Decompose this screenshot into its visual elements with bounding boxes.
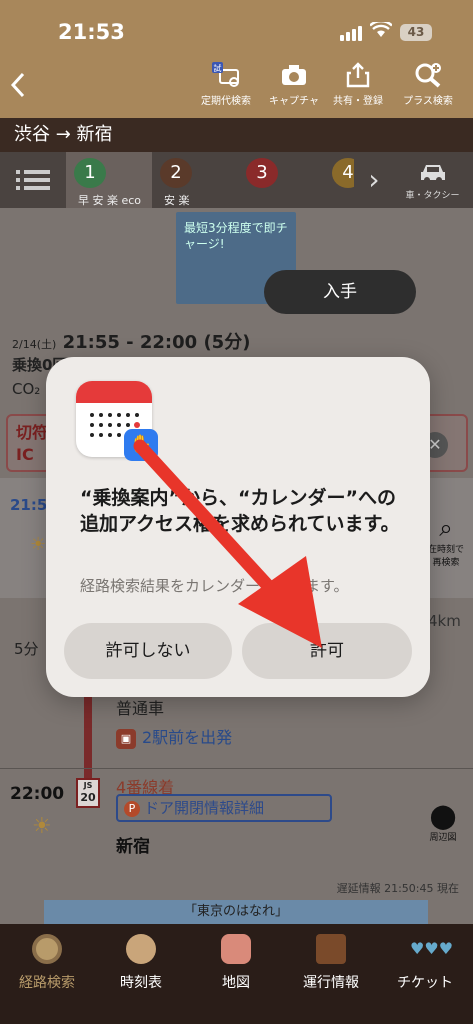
train-position-link[interactable]: ▣ 2駅前を出発 [116,724,232,749]
svg-text:試: 試 [214,63,222,73]
capture-button[interactable]: キャプチャ [259,62,329,107]
tab-route-2[interactable]: 2 安 楽 [152,152,238,208]
hand-icon: ✋ [124,429,158,461]
divider [0,768,473,769]
research-from-time-button[interactable]: ⌕ 在時刻で再検索 [424,514,468,568]
status-bar: 21:53 43 [0,0,473,56]
departure-time: 21:5 [10,496,48,514]
nav-route-search[interactable]: 経路検索 [0,934,94,992]
route-list-button[interactable] [0,152,66,208]
route-tags: 安 楽 [164,194,190,207]
camera-icon [282,65,306,85]
route-tags: 早 安 楽 eco [78,194,142,207]
door-icon: P [124,800,140,817]
dialog-title: “乗換案内”から、“カレンダー”への追加アクセス権を求められています。 [80,487,400,535]
next-routes-button[interactable]: › [360,152,388,208]
notice-line-2: IC [16,445,34,464]
tool-label: 定期代検索 [201,96,251,107]
battery-indicator: 43 [400,24,432,41]
search-icon: ⌕ [439,514,453,542]
tool-label: 共有・登録 [333,96,383,107]
signal-icon [340,26,362,41]
arrival-station: 新宿 [116,837,150,857]
ticket-icon: 試 [212,62,239,87]
acquire-button[interactable]: 入手 [264,270,416,314]
arrival-time: 22:00 [10,784,65,804]
tab-route-4[interactable]: 4 [324,152,354,208]
train-type: 普通車 [116,699,165,718]
back-button[interactable] [8,70,38,104]
nav-service-info[interactable]: 運行情報 [284,934,378,992]
nav-label: チケット [397,975,453,991]
clock: 21:53 [58,20,125,44]
nav-map[interactable]: 地図 [189,934,283,992]
allow-button[interactable]: 許可 [242,623,412,679]
share-icon [346,62,370,88]
route-number: 4 [332,158,354,188]
search-plus-icon [415,63,441,88]
nav-label: 地図 [222,975,250,991]
surrounding-map-button[interactable]: ⬤ 周辺図 [420,802,466,843]
deny-button[interactable]: 許可しない [64,623,232,679]
route-number: 2 [160,158,192,188]
car-icon [420,165,445,183]
nav-label: 時刻表 [120,975,162,991]
macaron-icon [221,934,251,964]
tab-route-1[interactable]: 1 早 安 楽 eco [66,152,152,208]
ad-banner-bottom[interactable]: 「東京のはなれ」 [44,900,428,924]
car-taxi-tab[interactable]: 車・タクシー [392,152,473,208]
bottom-nav: 経路検索 時刻表 地図 運行情報 ♥♥♥ チケット [0,924,473,1024]
trip-datetime: 2/14(土) 21:55 - 22:00 (5分) [12,332,251,353]
wifi-icon [370,22,392,37]
car-taxi-label: 車・タクシー [405,191,460,201]
nav-label: 経路検索 [19,975,75,991]
co2-label: CO₂ [12,380,41,398]
donut-icon [32,934,62,964]
hearts-icon: ♥♥♥ [410,939,454,958]
chevron-left-icon [10,72,25,98]
sun-icon: ☀ [32,814,52,839]
tool-label: プラス検索 [403,96,453,107]
surround-label: 周辺図 [429,833,457,843]
list-icon [16,170,50,190]
route-number: 1 [74,158,106,188]
nav-ticket[interactable]: ♥♥♥ チケット [378,934,472,992]
research-label: 在時刻で再検索 [427,545,464,568]
delay-info: 遅延情報 21:50:45 現在 [336,882,459,895]
calendar-permission-dialog: ✋ “乗換案内”から、“カレンダー”への追加アクセス権を求められています。 経路… [46,357,430,697]
chocolate-icon [316,934,346,964]
chevron-right-icon: › [368,163,380,196]
ride-distance: 4km [428,612,461,630]
tool-label: キャプチャ [269,96,319,107]
ride-duration: 5分 [14,640,39,658]
sun-icon: ☀ [30,534,47,555]
route-title: 渋谷 → 新宿 [0,118,473,152]
notice-line-1: 切符 [16,423,49,442]
commuter-pass-search-button[interactable]: 試 定期代検索 [191,62,261,107]
route-number: 3 [246,158,278,188]
nav-timetable[interactable]: 時刻表 [94,934,188,992]
map-pin-icon: ⬤ [429,802,457,830]
tab-route-3[interactable]: 3 [238,152,324,208]
share-register-button[interactable]: 共有・登録 [323,62,393,107]
train-icon: ▣ [116,728,136,749]
station-number-badge: JS 20 [76,778,100,808]
route-tabs: 1 早 安 楽 eco 2 安 楽 3 4 › 車・タクシー [0,152,473,208]
top-toolbar: 試 定期代検索 キャプチャ 共有・登録 プラス検索 [0,56,473,118]
door-info-button[interactable]: P ドア開閉情報詳細 [116,794,332,822]
nav-label: 運行情報 [303,975,359,991]
plus-search-button[interactable]: プラス検索 [393,62,463,107]
dialog-message: 経路検索結果をカレンダーに送ります。 [80,577,349,595]
cookie-icon [126,934,156,964]
